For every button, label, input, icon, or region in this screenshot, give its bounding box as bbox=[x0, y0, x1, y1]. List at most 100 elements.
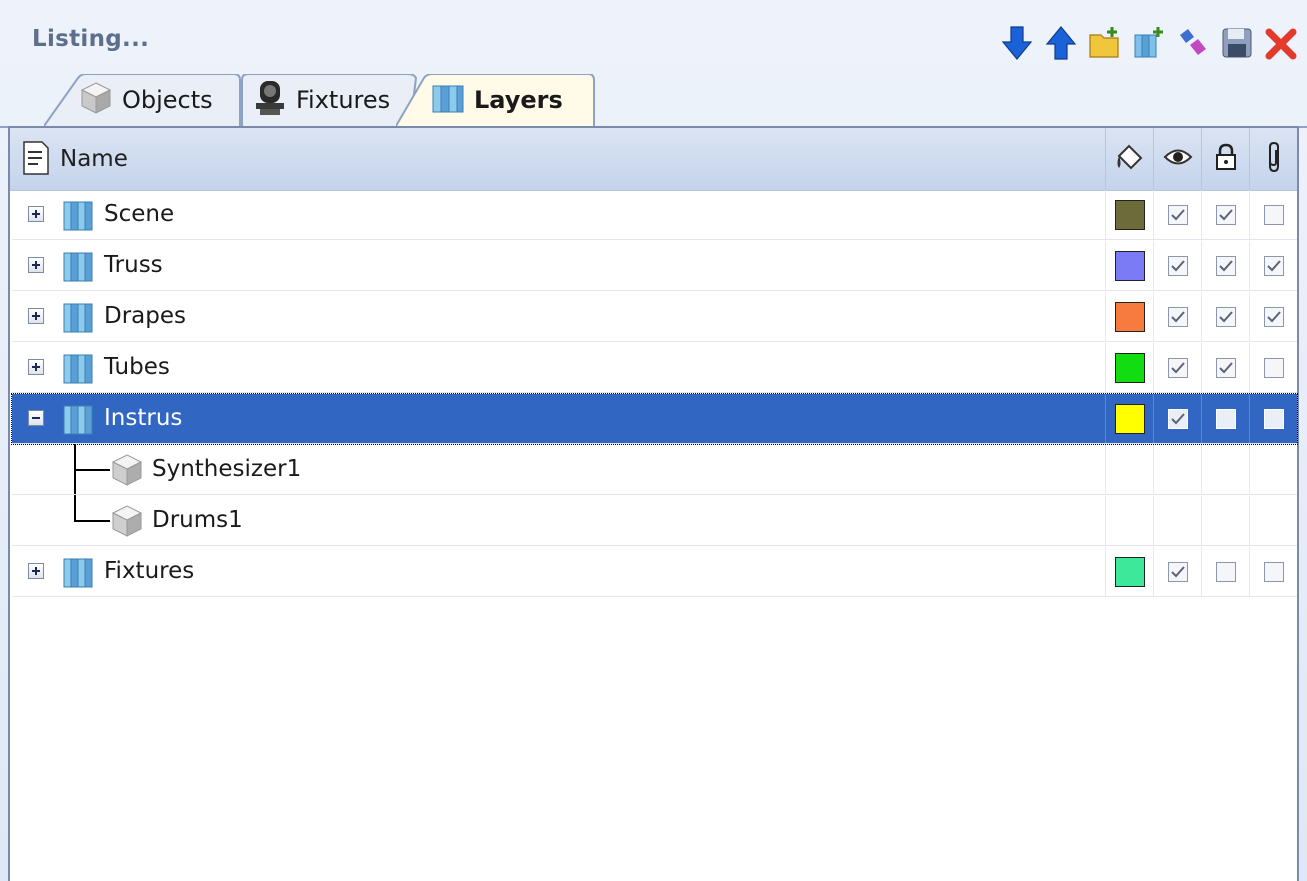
check-icon bbox=[1170, 208, 1185, 220]
new-layer-icon bbox=[1134, 27, 1163, 58]
layer-name: Truss bbox=[104, 252, 163, 278]
linked-checkbox[interactable] bbox=[1263, 255, 1284, 276]
visible-checkbox[interactable] bbox=[1167, 357, 1188, 378]
check-icon bbox=[1266, 259, 1281, 271]
layer-row-instrus[interactable]: Instrus bbox=[11, 393, 1298, 445]
move-down-icon bbox=[1001, 26, 1033, 60]
linked-checkbox[interactable] bbox=[1263, 561, 1284, 582]
layer-icon bbox=[60, 247, 98, 289]
merge-button[interactable] bbox=[1175, 23, 1211, 63]
column-header: Name bbox=[10, 128, 1297, 191]
layer-icon bbox=[60, 553, 98, 595]
tab-label: Objects bbox=[122, 86, 213, 114]
close-icon bbox=[1265, 28, 1297, 60]
layer-color-swatch[interactable] bbox=[1114, 352, 1145, 383]
visible-checkbox[interactable] bbox=[1167, 204, 1188, 225]
lock-icon bbox=[1214, 143, 1238, 175]
locked-checkbox[interactable] bbox=[1215, 357, 1236, 378]
visible-checkbox[interactable] bbox=[1167, 306, 1188, 327]
expand-toggle[interactable] bbox=[28, 206, 44, 222]
linked-checkbox[interactable] bbox=[1263, 357, 1284, 378]
locked-checkbox[interactable] bbox=[1215, 408, 1236, 429]
toolbar bbox=[999, 22, 1299, 64]
layer-icon bbox=[60, 400, 98, 442]
check-icon bbox=[1170, 259, 1185, 271]
linked-checkbox[interactable] bbox=[1263, 306, 1284, 327]
plus-icon bbox=[32, 363, 40, 371]
expand-toggle[interactable] bbox=[28, 257, 44, 273]
lock-column-header[interactable] bbox=[1201, 128, 1250, 190]
merge-icon bbox=[1180, 29, 1206, 55]
check-icon bbox=[1170, 412, 1185, 424]
layer-row-fixtures[interactable]: Fixtures bbox=[12, 547, 1297, 597]
locked-checkbox[interactable] bbox=[1215, 255, 1236, 276]
plus-icon bbox=[32, 261, 40, 269]
layer-color-swatch[interactable] bbox=[1114, 403, 1145, 434]
expand-toggle[interactable] bbox=[28, 308, 44, 324]
link-column-header[interactable] bbox=[1249, 128, 1298, 190]
layer-icon bbox=[430, 80, 466, 120]
tab-objects[interactable]: Objects bbox=[44, 74, 244, 126]
save-button[interactable] bbox=[1219, 23, 1255, 63]
visible-checkbox[interactable] bbox=[1167, 561, 1188, 582]
layer-name: Scene bbox=[104, 201, 175, 227]
layer-name: Tubes bbox=[104, 354, 170, 380]
new-folder-button[interactable] bbox=[1087, 23, 1123, 63]
layer-row-drapes[interactable]: Drapes bbox=[12, 292, 1297, 342]
check-icon bbox=[1266, 310, 1281, 322]
layer-icon bbox=[60, 349, 98, 391]
visibility-column-header[interactable] bbox=[1153, 128, 1202, 190]
tab-label: Fixtures bbox=[296, 86, 391, 114]
layer-name: Instrus bbox=[104, 405, 183, 431]
locked-checkbox[interactable] bbox=[1215, 561, 1236, 582]
object-name: Synthesizer1 bbox=[152, 456, 302, 482]
check-icon bbox=[1170, 310, 1185, 322]
move-down-button[interactable] bbox=[999, 23, 1035, 63]
panel-title: Listing... bbox=[32, 26, 150, 52]
close-button[interactable] bbox=[1263, 23, 1299, 63]
linked-checkbox[interactable] bbox=[1263, 408, 1284, 429]
layer-row-truss[interactable]: Truss bbox=[12, 241, 1297, 291]
layer-color-swatch[interactable] bbox=[1114, 556, 1145, 587]
cube-icon bbox=[78, 80, 114, 120]
move-up-button[interactable] bbox=[1043, 23, 1079, 63]
visible-checkbox[interactable] bbox=[1167, 255, 1188, 276]
locked-checkbox[interactable] bbox=[1215, 306, 1236, 327]
new-layer-button[interactable] bbox=[1131, 23, 1167, 63]
layer-name: Fixtures bbox=[104, 558, 195, 584]
layer-name: Drapes bbox=[104, 303, 186, 329]
name-column-header[interactable]: Name bbox=[60, 146, 128, 172]
expand-toggle[interactable] bbox=[28, 563, 44, 579]
panel-header: Listing... bbox=[0, 0, 1307, 72]
layer-row-scene[interactable]: Scene bbox=[12, 190, 1297, 240]
check-icon bbox=[1218, 259, 1233, 271]
tab-label: Layers bbox=[474, 86, 563, 114]
layer-color-swatch[interactable] bbox=[1114, 199, 1145, 230]
cube-icon bbox=[108, 502, 146, 544]
layers-list[interactable]: Name Scene Truss Drapes Tubes Instrus Sy… bbox=[8, 126, 1299, 881]
tab-layers[interactable]: Layers bbox=[396, 74, 596, 126]
layer-color-swatch[interactable] bbox=[1114, 250, 1145, 281]
tab-strip: Objects Fixtures Layers bbox=[0, 70, 1307, 128]
collapse-toggle[interactable] bbox=[28, 410, 44, 426]
check-icon bbox=[1218, 208, 1233, 220]
check-icon bbox=[1170, 565, 1185, 577]
object-name: Drums1 bbox=[152, 507, 243, 533]
new-folder-icon bbox=[1089, 27, 1119, 58]
plus-icon bbox=[32, 312, 40, 320]
object-row-synthesizer1[interactable]: Synthesizer1 bbox=[12, 445, 1297, 495]
visible-checkbox[interactable] bbox=[1167, 408, 1188, 429]
check-icon bbox=[1218, 361, 1233, 373]
save-icon bbox=[1222, 28, 1252, 58]
layer-row-tubes[interactable]: Tubes bbox=[12, 343, 1297, 393]
paint-bucket-icon bbox=[1113, 140, 1147, 178]
layer-color-swatch[interactable] bbox=[1114, 301, 1145, 332]
expand-toggle[interactable] bbox=[28, 359, 44, 375]
locked-checkbox[interactable] bbox=[1215, 204, 1236, 225]
linked-checkbox[interactable] bbox=[1263, 204, 1284, 225]
plus-icon bbox=[32, 567, 40, 575]
object-row-drums1[interactable]: Drums1 bbox=[12, 496, 1297, 546]
listing-panel: Listing... Objects Fixtures Layers Name … bbox=[0, 0, 1307, 881]
color-column-header[interactable] bbox=[1105, 128, 1154, 190]
cube-icon bbox=[108, 451, 146, 493]
